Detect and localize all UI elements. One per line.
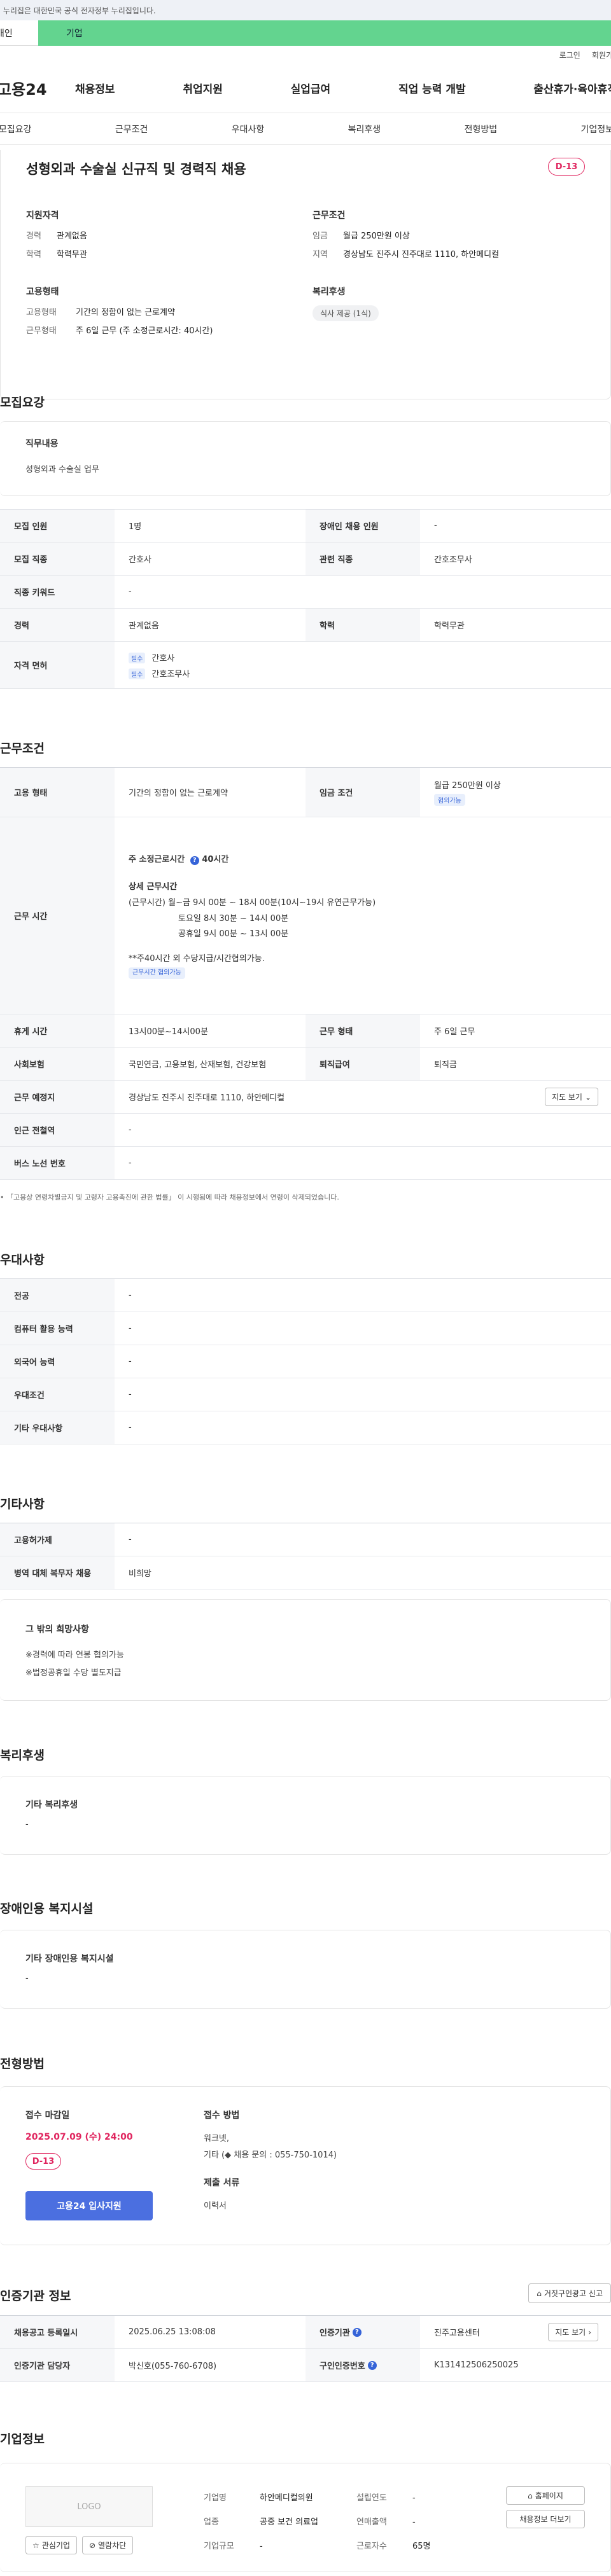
job-description-card: 직무내용 성형외과 수술실 업무 — [0, 421, 611, 496]
section-title-etc: 기타사항 — [0, 1497, 45, 1511]
info-icon[interactable]: ? — [367, 2360, 377, 2370]
pref-table: 전공 - 컴퓨터 활용 능력 - 외국어 능력 - 우대조건 - 기타 우대사항 - — [0, 1278, 611, 1444]
section-title-cert: 인증기관 정보 — [0, 2289, 71, 2303]
welfare-card: 기타 복리후생 - — [0, 1776, 611, 1855]
other-wishes-card: 그 밖의 희망사항 ※경력에 따라 연봉 협의가능 ※법정공휴일 수당 별도지급 — [0, 1599, 611, 1701]
hours-negotiable-badge: 근무시간 협의가능 — [129, 967, 185, 979]
company-logo: LOGO — [25, 2486, 153, 2527]
recruit-table: 모집 인원 1명 장애인 채용 인원 - 모집 직종 간호사 관련 직종 간호조… — [0, 509, 611, 689]
gov-banner: 이 누리집은 대한민국 공식 전자정부 누리집입니다. — [0, 0, 611, 20]
false-ad-report-button[interactable]: ⌂ 거짓구인광고 신고 — [528, 2283, 611, 2303]
join-link[interactable]: 회원가입 — [592, 50, 611, 60]
section-title-work: 근무조건 — [0, 742, 45, 756]
home-icon: ⌂ — [528, 2491, 533, 2500]
age-law-note: • 「고용상 연령차별금지 및 고령자 고용촉진에 관한 법률」 이 시행됨에 … — [0, 1193, 339, 1201]
user-type-tabs: 개인 기업 — [0, 20, 611, 46]
required-badge: 필수 — [129, 668, 146, 679]
required-badge: 필수 — [129, 652, 146, 663]
tab-preference[interactable]: 우대사항 — [232, 123, 265, 135]
company-card: LOGO ☆ 관심기업 ⊘ 열람차단 기업명 하안메디컬의원 업종 공중 보건 의료업 … — [0, 2463, 611, 2572]
gnb-item-maternity[interactable]: 출산휴가·육아휴직 — [533, 80, 611, 96]
gnb-item-employment-support[interactable]: 취업지원 — [183, 80, 223, 96]
conditions-block: 근무조건 임금 월급 250만원 이상 지역 경상남도 진주시 진주대로 1110,… — [313, 211, 500, 260]
deadline-date: 2025.07.09 (수) 24:00 — [25, 2132, 133, 2142]
site-logo[interactable]: 고용24 — [0, 77, 67, 99]
section-title-facility: 장애인용 복지시설 — [0, 1902, 94, 1916]
cert-map-button[interactable]: 지도 보기 › — [548, 2323, 598, 2341]
chevron-right-icon: › — [588, 2327, 591, 2337]
util-menu: 로그인 회원가입 — [0, 46, 611, 64]
process-card: 접수 마감일 2025.07.09 (수) 24:00 D-13 고용24 입사… — [0, 2086, 611, 2245]
cert-table: 채용공고 등록일시 2025.06.25 13:08:08 인증기관? 진주고용… — [0, 2315, 611, 2382]
global-nav: 고용24 채용정보 취업지원 실업급여 직업 능력 개발 출산휴가·육아휴직 — [0, 64, 611, 113]
gnb-item-training[interactable]: 직업 능력 개발 — [398, 80, 466, 96]
work-table: 고용 형태 기간의 정함이 없는 근로계약 임금 조건 월급 250만원 이상 … — [0, 767, 611, 1180]
tab-company[interactable]: 기업 — [38, 20, 611, 46]
info-icon[interactable]: ? — [352, 2327, 362, 2337]
section-title-pref: 우대사항 — [0, 1253, 45, 1267]
section-title-process: 전형방법 — [0, 2057, 45, 2071]
job-summary-card: 성형외과 수술실 신규직 및 경력직 채용 D-13 지원자격 경력 관계없음 학… — [0, 150, 611, 399]
chevron-down-icon: ⌄ — [584, 1092, 591, 1102]
wage-negotiable-badge: 협의가능 — [434, 794, 465, 806]
process-dday-badge: D-13 — [25, 2153, 61, 2170]
section-title-recruit: 모집요강 — [0, 396, 45, 410]
job-title: 성형외과 수술실 신규직 및 경력직 채용 — [26, 162, 246, 177]
employment-type-block: 고용형태 고용형태 기간의 정함이 없는 근로계약 근무형태 주 6일 근무 (주 … — [26, 287, 213, 336]
gnb-item-jobs[interactable]: 채용정보 — [75, 80, 115, 96]
apply-button[interactable]: 고용24 입사지원 — [25, 2191, 153, 2220]
map-view-button[interactable]: 지도 보기 ⌄ — [544, 1088, 598, 1106]
tab-conditions[interactable]: 근무조건 — [115, 123, 148, 135]
tab-personal[interactable]: 개인 — [0, 20, 38, 46]
gov-banner-text: 이 누리집은 대한민국 공식 전자정부 누리집입니다. — [0, 6, 156, 15]
tab-recruit[interactable]: 모집요강 — [0, 123, 32, 135]
info-icon[interactable]: ? — [190, 855, 199, 865]
section-tabs: 모집요강 근무조건 우대사항 복리후생 전형방법 기업정보 — [0, 113, 611, 145]
facility-card: 기타 장애인용 복지시설 - — [0, 1930, 611, 2009]
tab-company[interactable]: 기업정보 — [580, 123, 611, 135]
tab-process[interactable]: 전형방법 — [465, 123, 498, 135]
more-jobs-button[interactable]: 채용정보 더보기 — [506, 2510, 585, 2528]
welfare-block: 복리후생 식사 제공 (1식) — [313, 285, 379, 321]
star-icon: ☆ — [32, 2540, 39, 2550]
login-link[interactable]: 로그인 — [559, 50, 580, 60]
homepage-button[interactable]: ⌂ 홈페이지 — [506, 2486, 585, 2505]
etc-table: 고용허가제 - 병역 대체 복무자 채용 비희망 — [0, 1523, 611, 1589]
tab-welfare[interactable]: 복리후생 — [348, 123, 381, 135]
gnb-item-unemployment[interactable]: 실업급여 — [291, 80, 331, 96]
dday-badge: D-13 — [548, 158, 585, 176]
home-outline-icon: ⌂ — [537, 2289, 542, 2298]
favorite-company-button[interactable]: ☆ 관심기업 — [25, 2536, 77, 2554]
qualification-block: 지원자격 경력 관계없음 학력 학력무관 — [26, 211, 87, 260]
section-title-company: 기업정보 — [0, 2432, 45, 2446]
block-icon: ⊘ — [88, 2540, 95, 2550]
welfare-pill: 식사 제공 (1식) — [313, 305, 379, 321]
section-title-welfare: 복리후생 — [0, 1748, 45, 1762]
block-view-button[interactable]: ⊘ 열람차단 — [81, 2536, 134, 2554]
